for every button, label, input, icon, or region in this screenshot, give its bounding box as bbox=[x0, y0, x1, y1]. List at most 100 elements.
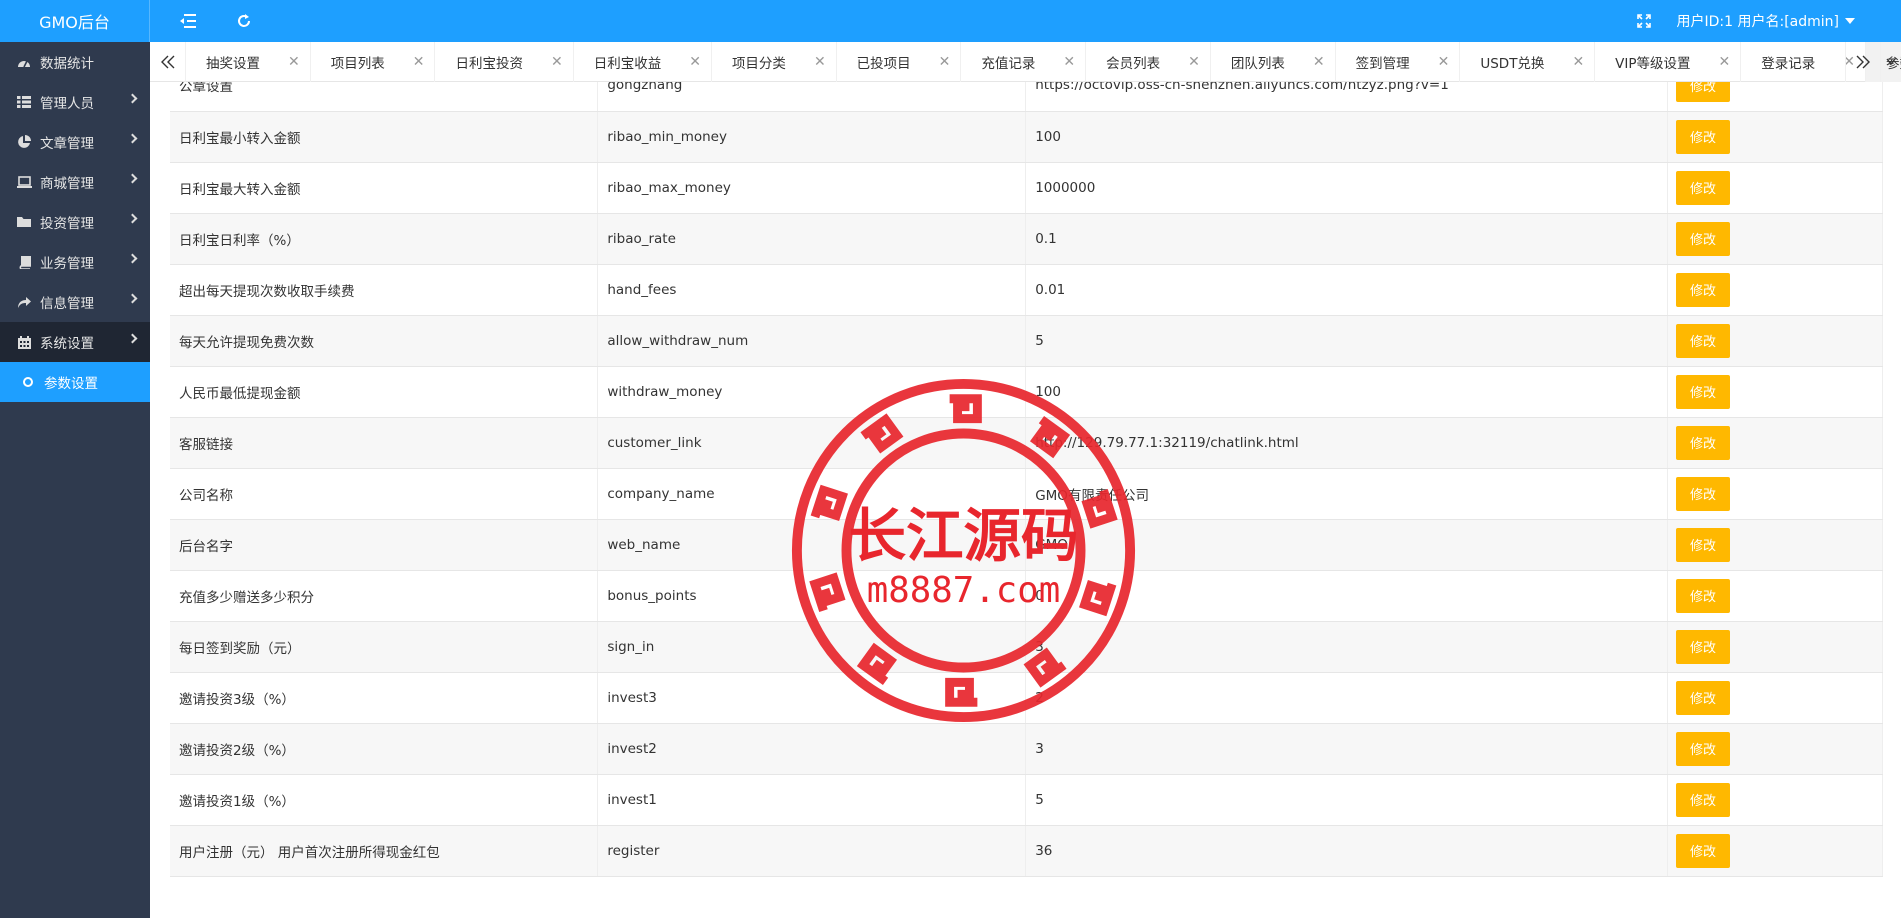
tab-project-category[interactable]: 项目分类 ✕ bbox=[712, 42, 837, 82]
close-icon[interactable]: ✕ bbox=[1188, 54, 1200, 70]
sidebar-subitem-params[interactable]: 参数设置 bbox=[0, 362, 150, 402]
tab-ribao-income[interactable]: 日利宝收益 ✕ bbox=[574, 42, 712, 82]
param-name: 人民币最低提现金额 bbox=[170, 366, 599, 418]
action-cell: 修改 bbox=[1667, 825, 1883, 877]
param-name: 用户注册（元） 用户首次注册所得现金红包 bbox=[170, 825, 599, 877]
tab-recharge-records[interactable]: 充值记录 ✕ bbox=[961, 42, 1087, 82]
edit-button[interactable]: 修改 bbox=[1676, 578, 1731, 613]
table-row: 超出每天提现次数收取手续费 hand_fees 0.01 修改 bbox=[170, 264, 1883, 316]
table-row: 日利宝最小转入金额 ribao_min_money 100 修改 bbox=[170, 111, 1883, 163]
action-cell: 修改 bbox=[1667, 264, 1883, 316]
edit-button[interactable]: 修改 bbox=[1676, 680, 1731, 715]
action-cell: 修改 bbox=[1667, 570, 1883, 622]
param-value: 100 bbox=[1025, 111, 1669, 163]
refresh-icon[interactable] bbox=[224, 0, 264, 42]
edit-button[interactable]: 修改 bbox=[1676, 323, 1731, 358]
sidebar-item-investment[interactable]: 投资管理 bbox=[0, 202, 150, 242]
menu-collapse-icon[interactable] bbox=[168, 0, 208, 42]
edit-button[interactable]: 修改 bbox=[1676, 527, 1731, 562]
tab-sign-in-management[interactable]: 签到管理 ✕ bbox=[1336, 42, 1461, 82]
action-cell: 修改 bbox=[1667, 723, 1883, 775]
edit-button[interactable]: 修改 bbox=[1676, 782, 1731, 817]
user-menu[interactable]: 用户ID:1 用户名:[admin] bbox=[1677, 0, 1855, 42]
param-value: https://octovip.oss-cn-shenzhen.aliyuncs… bbox=[1025, 82, 1669, 112]
edit-button[interactable]: 修改 bbox=[1676, 170, 1731, 205]
sidebar-item-business[interactable]: 业务管理 bbox=[0, 242, 150, 282]
close-icon[interactable]: ✕ bbox=[1719, 54, 1731, 70]
table-row: 公司名称 company_name GMO有限责任公司 修改 bbox=[170, 468, 1883, 520]
fullscreen-icon[interactable] bbox=[1624, 0, 1664, 42]
tab-member-list[interactable]: 会员列表 ✕ bbox=[1086, 42, 1211, 82]
sidebar-item-shop[interactable]: 商城管理 bbox=[0, 162, 150, 202]
param-name: 公司名称 bbox=[170, 468, 599, 520]
edit-button[interactable]: 修改 bbox=[1676, 425, 1731, 460]
tab-label: 登录记录 bbox=[1761, 56, 1816, 72]
param-key: ribao_max_money bbox=[597, 162, 1027, 214]
param-key: ribao_rate bbox=[597, 213, 1027, 265]
tab-vip-settings[interactable]: VIP等级设置 ✕ bbox=[1595, 42, 1742, 82]
action-cell: 修改 bbox=[1667, 82, 1883, 112]
sidebar-item-dashboard[interactable]: 数据统计 bbox=[0, 42, 150, 82]
tabs-scroll-right-icon[interactable] bbox=[1845, 42, 1881, 82]
book-icon bbox=[16, 254, 32, 270]
tab-project-list[interactable]: 项目列表 ✕ bbox=[311, 42, 436, 82]
param-key: gongzhang bbox=[597, 82, 1027, 112]
sidebar-item-label: 业务管理 bbox=[40, 256, 94, 272]
edit-button[interactable]: 修改 bbox=[1676, 272, 1731, 307]
param-name: 充值多少赠送多少积分 bbox=[170, 570, 599, 622]
sidebar-item-system-settings[interactable]: 系统设置 bbox=[0, 322, 150, 362]
top-header: GMO后台 用户ID:1 用户名:[admin] bbox=[0, 0, 1901, 42]
param-key: hand_fees bbox=[597, 264, 1027, 316]
param-name: 邀请投资2级（%） bbox=[170, 723, 599, 775]
table-row: 每天允许提现免费次数 allow_withdraw_num 5 修改 bbox=[170, 315, 1883, 367]
close-icon[interactable]: ✕ bbox=[551, 54, 563, 70]
tab-team-list[interactable]: 团队列表 ✕ bbox=[1211, 42, 1336, 82]
sidebar-item-articles[interactable]: 文章管理 bbox=[0, 122, 150, 162]
edit-button[interactable]: 修改 bbox=[1676, 221, 1731, 256]
param-name: 公章设置 bbox=[170, 82, 599, 112]
tab-lottery-settings[interactable]: 抽奖设置 ✕ bbox=[186, 42, 311, 82]
edit-button[interactable]: 修改 bbox=[1676, 476, 1731, 511]
param-key: sign_in bbox=[597, 621, 1027, 673]
param-key: register bbox=[597, 825, 1027, 877]
pie-chart-icon bbox=[16, 134, 32, 150]
share-icon bbox=[16, 294, 32, 310]
edit-button[interactable]: 修改 bbox=[1676, 833, 1731, 868]
close-icon[interactable]: ✕ bbox=[1572, 54, 1584, 70]
tab-invested-projects[interactable]: 已投项目 ✕ bbox=[837, 42, 962, 82]
sidebar-item-info[interactable]: 信息管理 bbox=[0, 282, 150, 322]
param-value: 3 bbox=[1025, 621, 1669, 673]
param-name: 超出每天提现次数收取手续费 bbox=[170, 264, 599, 316]
app-logo[interactable]: GMO后台 bbox=[0, 0, 150, 42]
tabs-scroll-left-icon[interactable] bbox=[150, 42, 186, 82]
close-icon[interactable]: ✕ bbox=[288, 54, 300, 70]
main-content: 公章设置 gongzhang https://octovip.oss-cn-shen… bbox=[150, 82, 1901, 918]
edit-button[interactable]: 修改 bbox=[1676, 82, 1731, 103]
close-icon[interactable]: ✕ bbox=[939, 54, 951, 70]
tab-usdt-exchange[interactable]: USDT兑换 ✕ bbox=[1460, 42, 1596, 82]
chevron-right-icon bbox=[127, 333, 138, 344]
action-cell: 修改 bbox=[1667, 774, 1883, 826]
edit-button[interactable]: 修改 bbox=[1676, 119, 1731, 154]
close-icon[interactable]: ✕ bbox=[814, 54, 826, 70]
param-key: invest3 bbox=[597, 672, 1027, 724]
close-icon[interactable]: ✕ bbox=[413, 54, 425, 70]
sidebar-item-admins[interactable]: 管理人员 bbox=[0, 82, 150, 122]
close-icon[interactable]: ✕ bbox=[1063, 54, 1075, 70]
close-icon[interactable]: ✕ bbox=[689, 54, 701, 70]
param-key: ribao_min_money bbox=[597, 111, 1027, 163]
edit-button[interactable]: 修改 bbox=[1676, 374, 1731, 409]
tabs-dropdown-icon[interactable] bbox=[1881, 42, 1901, 82]
param-key: bonus_points bbox=[597, 570, 1027, 622]
sidebar-item-label: 商城管理 bbox=[40, 176, 94, 192]
chevron-right-icon bbox=[127, 133, 138, 144]
edit-button[interactable]: 修改 bbox=[1676, 629, 1731, 664]
laptop-icon bbox=[16, 174, 32, 190]
edit-button[interactable]: 修改 bbox=[1676, 731, 1731, 766]
tabs-bar: 抽奖设置 ✕ 项目列表 ✕ 日利宝投资 ✕ 日利宝收益 ✕ 项目分类 ✕ 已投项目 ✕ 充值… bbox=[150, 42, 1901, 82]
dashboard-icon bbox=[16, 54, 32, 70]
close-icon[interactable]: ✕ bbox=[1313, 54, 1325, 70]
tab-ribao-invest[interactable]: 日利宝投资 ✕ bbox=[435, 42, 574, 82]
chevron-right-icon bbox=[127, 253, 138, 264]
close-icon[interactable]: ✕ bbox=[1438, 54, 1450, 70]
